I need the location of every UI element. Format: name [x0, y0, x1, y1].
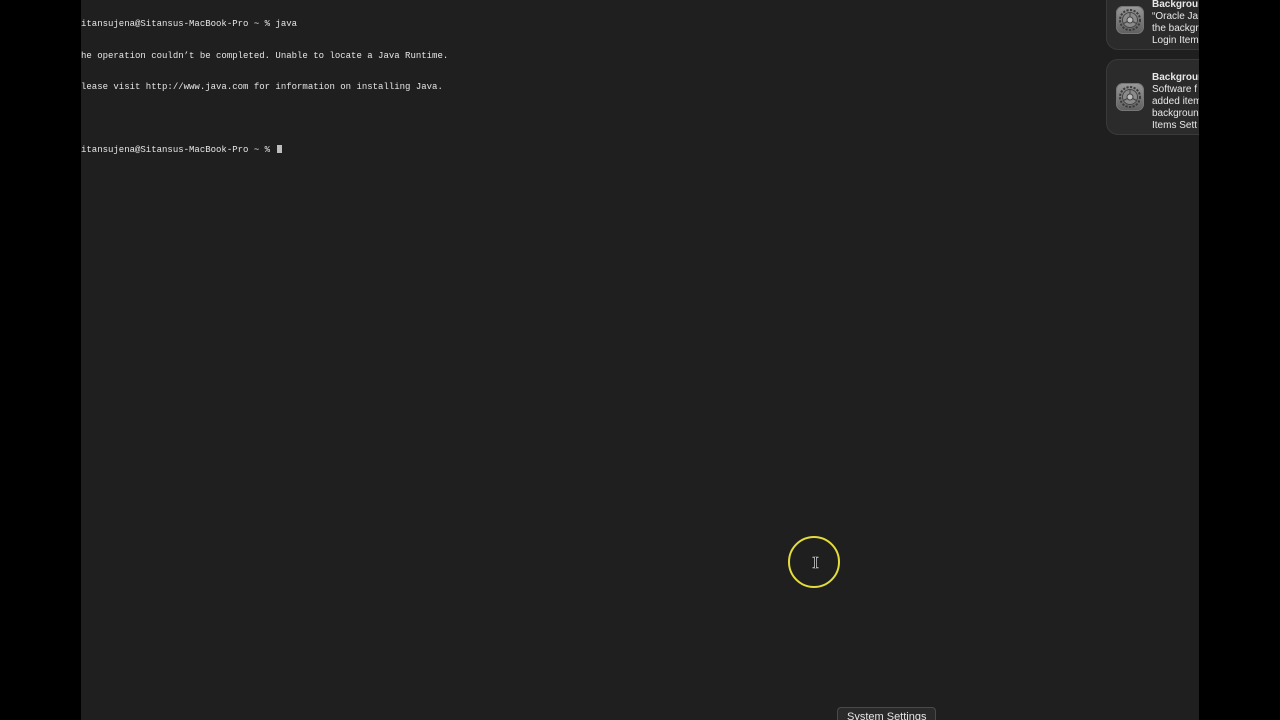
terminal-prompt-line[interactable]: itansujena@Sitansus-MacBook-Pro ~ % — [81, 145, 1081, 156]
terminal-line-info: lease visit http://www.java.com for info… — [81, 82, 443, 92]
notification-background-items-2[interactable]: Backgroun Software f added item backgrou… — [1106, 59, 1199, 135]
gear-icon — [1116, 83, 1144, 111]
notification-background-items-1[interactable]: Backgrou “Oracle Ja the backgr Login Ite… — [1106, 0, 1199, 50]
notification-body: “Oracle Ja the backgr Login Item — [1152, 11, 1199, 46]
ibeam-cursor-icon — [812, 556, 819, 569]
terminal-line-command: itansujena@Sitansus-MacBook-Pro ~ % java — [81, 19, 298, 29]
gear-icon — [1116, 6, 1144, 34]
text-cursor — [277, 145, 283, 153]
screen-frame: itansujena@Sitansus-MacBook-Pro ~ % java… — [81, 0, 1199, 720]
notification-text: Backgroun Software f added item backgrou… — [1152, 72, 1199, 132]
notification-title: Backgrou — [1152, 0, 1199, 10]
terminal-line-error: he operation couldn’t be completed. Unab… — [81, 50, 449, 61]
notification-body: Software f added item backgroun Items Se… — [1152, 84, 1199, 131]
notification-title: Backgroun — [1152, 72, 1199, 83]
terminal-window[interactable]: itansujena@Sitansus-MacBook-Pro ~ % java… — [81, 0, 1081, 177]
notification-text: Backgrou “Oracle Ja the backgr Login Ite… — [1152, 0, 1199, 47]
terminal-prompt: itansujena@Sitansus-MacBook-Pro ~ % — [81, 145, 276, 155]
dock-tooltip: System Settings — [837, 707, 937, 720]
